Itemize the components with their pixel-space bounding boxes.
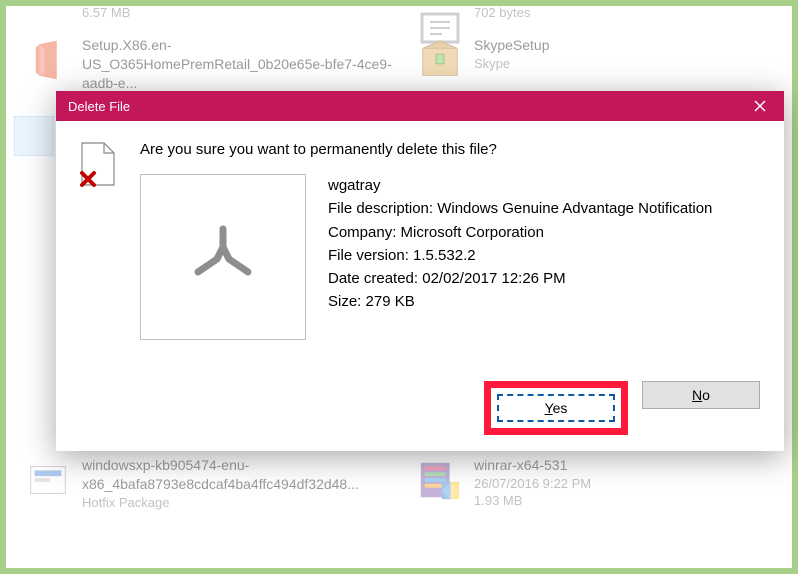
dialog-title: Delete File [68,99,130,114]
hotfix-icon [24,456,72,504]
file-name: winrar-x64-531 [474,456,591,475]
file-name: SkypeSetup [474,36,550,55]
archive-icon [416,36,464,84]
office-icon [24,36,72,84]
file-delete-icon [80,141,120,340]
dialog-titlebar[interactable]: Delete File [56,91,784,121]
file-sub: Skype [474,55,550,73]
yes-button[interactable]: Yes [497,394,615,422]
file-preview [140,174,306,340]
no-button[interactable]: No [642,381,760,409]
selected-item[interactable] [14,116,54,156]
file-details: wgatray File description: Windows Genuin… [328,174,712,314]
file-name: windowsxp-kb905474-enu-x86_4bafa8793e8cd… [82,456,402,494]
file-size: 1.93 MB [474,492,591,510]
file-size: 702 bytes [474,4,530,22]
file-sub: Hotfix Package [82,494,402,512]
file-size: 6.57 MB [82,4,130,22]
archive-icon [416,456,464,504]
file-date: 26/07/2016 9:22 PM [474,475,591,493]
confirm-prompt: Are you sure you want to permanently del… [140,141,760,158]
yes-button-highlight: Yes [484,381,628,435]
file-name: Setup.X86.en-US_O365HomePremRetail_0b20e… [82,36,392,93]
close-button[interactable] [740,93,780,119]
detail-filename: wgatray [328,174,712,197]
delete-file-dialog: Delete File Are you sure you want to per… [56,91,784,451]
